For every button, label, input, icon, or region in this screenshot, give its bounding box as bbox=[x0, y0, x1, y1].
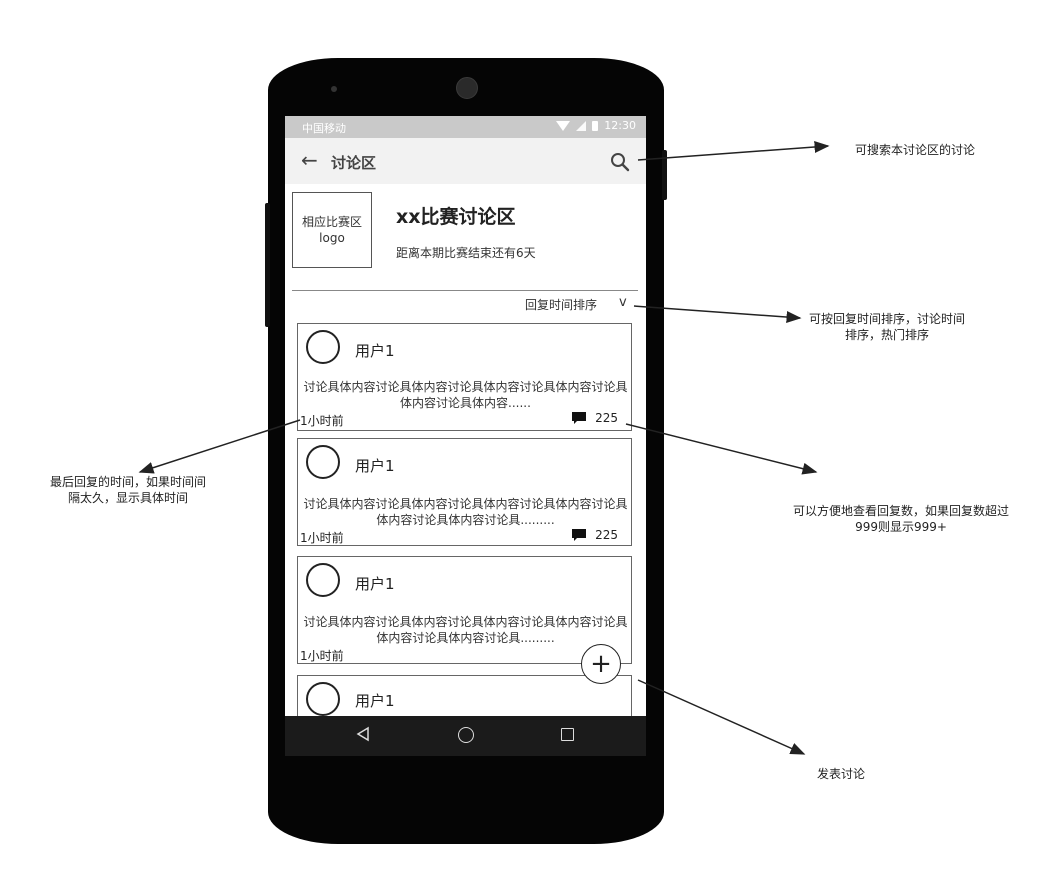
arrow-post bbox=[637, 679, 806, 755]
arrow-search bbox=[637, 141, 830, 161]
arrow-sort bbox=[633, 305, 802, 324]
annotation-arrows bbox=[138, 141, 830, 755]
arrow-time bbox=[138, 419, 301, 474]
arrow-replies bbox=[625, 423, 818, 475]
